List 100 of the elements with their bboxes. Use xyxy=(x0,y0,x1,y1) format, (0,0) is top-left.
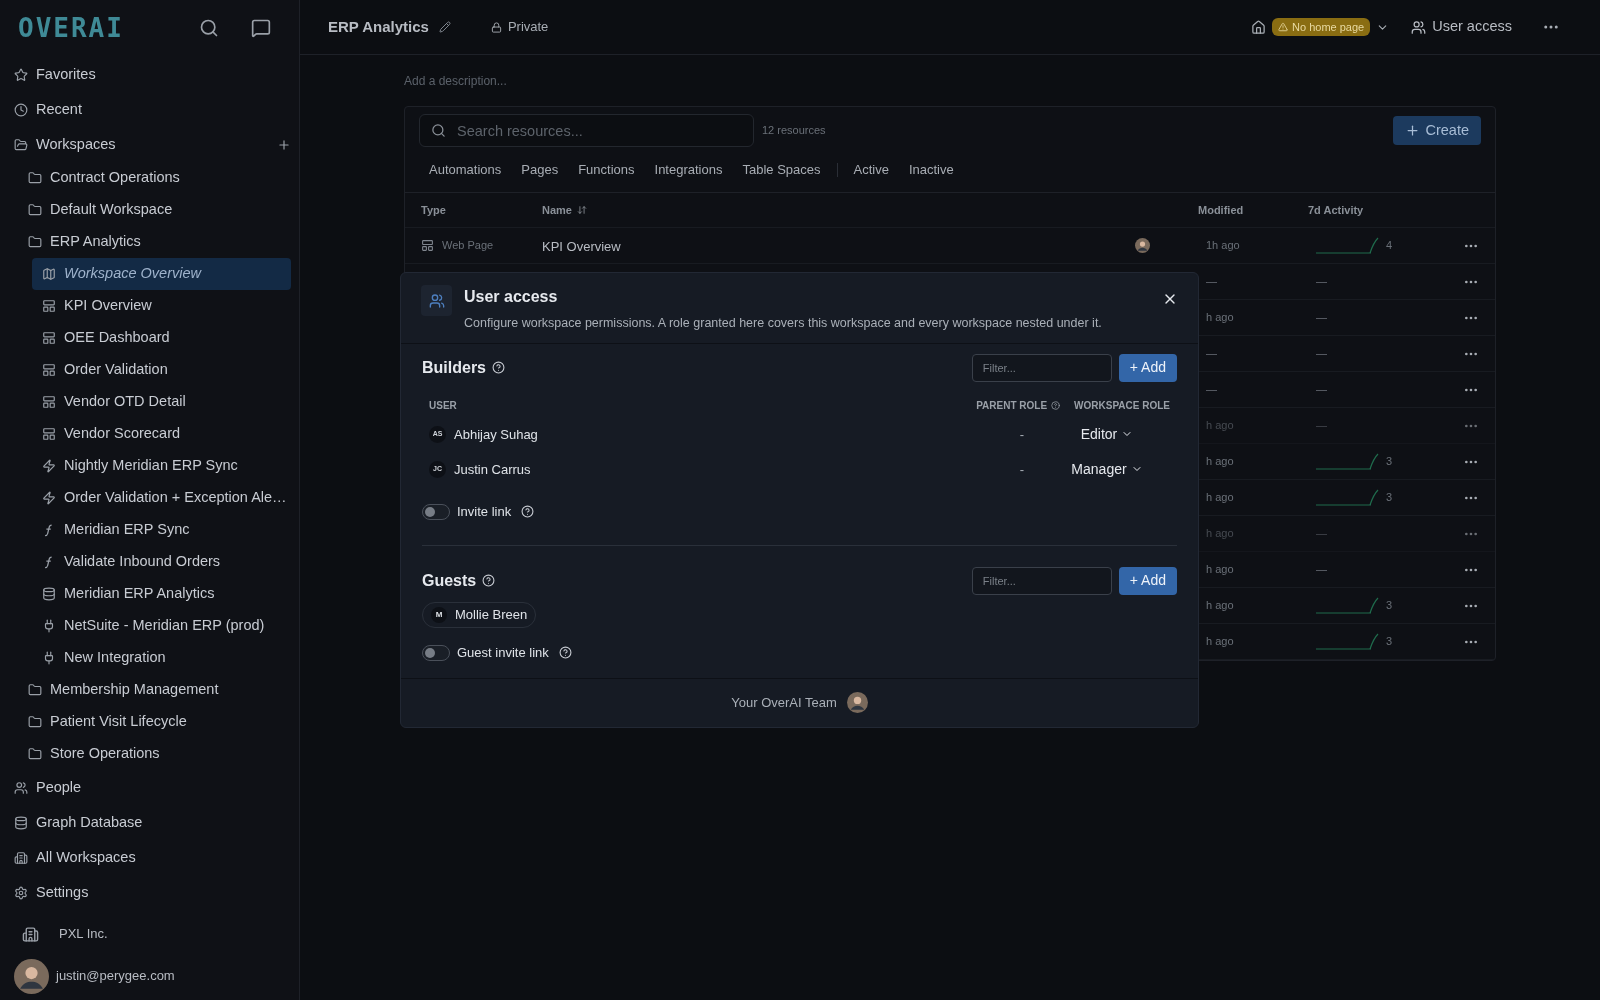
sidebar-item[interactable]: Nightly Meridian ERP Sync xyxy=(32,450,291,482)
sidebar-item[interactable]: People xyxy=(0,770,291,805)
table-cell-text: h ago xyxy=(1206,310,1235,326)
sidebar-item[interactable]: Vendor Scorecard xyxy=(32,418,291,450)
help-icon[interactable] xyxy=(492,361,505,375)
layout-icon xyxy=(421,239,434,252)
table-cell-text: Web Page xyxy=(442,238,494,254)
sidebar-item[interactable]: Membership Management xyxy=(0,674,291,706)
sidebar-item[interactable]: Vendor OTD Detail xyxy=(32,386,291,418)
sidebar-item[interactable]: NetSuite - Meridian ERP (prod) xyxy=(32,610,291,642)
section-title: Guests xyxy=(422,570,477,591)
create-button[interactable]: Create xyxy=(1393,116,1481,145)
sidebar-item[interactable]: Meridian ERP Analytics xyxy=(32,578,291,610)
sidebar-item[interactable]: Workspaces xyxy=(0,127,291,162)
table-cell-text: h ago xyxy=(1206,562,1235,578)
parent-role: - xyxy=(1018,460,1026,479)
filter-tab[interactable]: Active xyxy=(843,156,899,183)
layout-icon xyxy=(42,331,56,345)
user-email[interactable]: justin@perygee.com xyxy=(56,966,175,986)
sidebar-item[interactable]: Store Operations xyxy=(0,738,291,770)
sort-icon[interactable] xyxy=(576,205,587,215)
help-icon[interactable] xyxy=(558,646,572,660)
parent-role: - xyxy=(1018,425,1026,444)
clock-icon xyxy=(14,102,28,117)
add-icon[interactable] xyxy=(277,137,291,152)
help-icon[interactable] xyxy=(482,574,496,588)
help-icon[interactable] xyxy=(521,505,535,519)
column-header: Type xyxy=(421,202,447,218)
table-row[interactable]: Web Page KPI Overview 1h ago 4 xyxy=(405,228,1495,264)
role-dropdown[interactable]: Manager xyxy=(1071,458,1143,480)
search-field[interactable]: Search resources... xyxy=(419,114,754,147)
org-name[interactable]: PXL Inc. xyxy=(59,924,108,944)
filter-tab[interactable]: Integrations xyxy=(644,156,733,183)
table-cell-text: — xyxy=(1316,310,1327,326)
filter-tab[interactable]: Functions xyxy=(568,156,645,183)
table-cell-text: — xyxy=(1316,418,1327,434)
filter-tab[interactable]: Inactive xyxy=(898,156,964,183)
warning-icon xyxy=(1278,22,1289,32)
sidebar-item[interactable]: Settings xyxy=(0,875,291,910)
sidebar-item[interactable]: Recent xyxy=(0,92,291,127)
table-cell-text: — xyxy=(1316,274,1327,290)
edit-icon[interactable] xyxy=(438,21,451,33)
column-header: WORKSPACE ROLE xyxy=(1074,398,1170,413)
user-name: Justin Carrus xyxy=(454,460,532,479)
table-cell-text: — xyxy=(1316,346,1327,362)
description-field[interactable]: Add a description... xyxy=(404,72,804,90)
plus-icon xyxy=(1405,123,1421,138)
folder-icon xyxy=(28,715,42,729)
sidebar-item[interactable]: Favorites xyxy=(0,57,291,92)
toggle-switch[interactable] xyxy=(422,503,450,520)
home-icon[interactable] xyxy=(1251,19,1267,35)
resource-count: 12 resources xyxy=(762,123,826,139)
filter-tab[interactable]: Table Spaces xyxy=(732,156,831,183)
chat-icon[interactable] xyxy=(251,18,271,38)
column-header[interactable]: Name xyxy=(542,201,572,219)
table-cell[interactable]: KPI Overview xyxy=(542,238,621,254)
building-icon xyxy=(14,850,28,865)
table-cell-text: h ago xyxy=(1206,490,1235,506)
sidebar-item[interactable]: Patient Visit Lifecycle xyxy=(0,706,291,738)
filter-field[interactable]: Filter... xyxy=(971,566,1112,595)
role-dropdown[interactable]: Editor xyxy=(1080,423,1134,445)
sidebar-item[interactable]: KPI Overview xyxy=(32,290,291,322)
table-cell-text: 1h ago xyxy=(1206,238,1241,254)
sidebar-item[interactable]: Graph Database xyxy=(0,805,291,840)
sidebar-item[interactable]: OEE Dashboard xyxy=(32,322,291,354)
sidebar-item[interactable]: Workspace Overview xyxy=(32,258,291,290)
sidebar-item[interactable]: Validate Inbound Orders xyxy=(32,546,291,578)
add-button[interactable]: + Add xyxy=(1118,353,1177,382)
sidebar-item[interactable]: Order Validation xyxy=(32,354,291,386)
footer-text: Your OverAI Team xyxy=(731,694,837,712)
home-badge[interactable]: No home page xyxy=(1272,18,1371,36)
search-icon[interactable] xyxy=(199,18,219,38)
sidebar-item[interactable]: Default Workspace xyxy=(0,194,291,226)
table-cell-text: h ago xyxy=(1206,454,1235,470)
avatar xyxy=(1135,238,1150,253)
filter-tab[interactable]: Automations xyxy=(419,156,512,183)
user-access-button[interactable]: User access xyxy=(1411,16,1512,38)
column-header: Modified xyxy=(1198,202,1245,218)
add-button[interactable]: + Add xyxy=(1118,566,1177,595)
table-cell-text: 3 xyxy=(1386,598,1393,614)
privacy-button[interactable]: Private xyxy=(490,17,549,37)
folders-icon xyxy=(14,137,28,152)
sidebar-item[interactable]: New Integration xyxy=(32,642,291,674)
sidebar-item[interactable]: Contract Operations xyxy=(0,162,291,194)
sidebar-item[interactable]: Order Validation + Exception Ale… xyxy=(32,482,291,514)
building-icon xyxy=(22,925,39,943)
database-icon xyxy=(14,815,28,830)
sidebar-item[interactable]: All Workspaces xyxy=(0,840,291,875)
search-icon xyxy=(431,123,446,138)
layout-icon xyxy=(42,427,56,441)
filter-field[interactable]: Filter... xyxy=(971,353,1112,382)
sidebar-item[interactable]: ERP Analytics xyxy=(0,226,291,258)
toggle-switch[interactable] xyxy=(422,644,450,661)
folder-icon xyxy=(28,203,42,217)
dialog-title: User access xyxy=(464,287,559,307)
sidebar-item[interactable]: Meridian ERP Sync xyxy=(32,514,291,546)
star-icon xyxy=(14,67,28,82)
sparkline-drawing xyxy=(1316,596,1380,615)
filter-tab[interactable]: Pages xyxy=(511,156,569,183)
plug-icon xyxy=(42,619,56,633)
